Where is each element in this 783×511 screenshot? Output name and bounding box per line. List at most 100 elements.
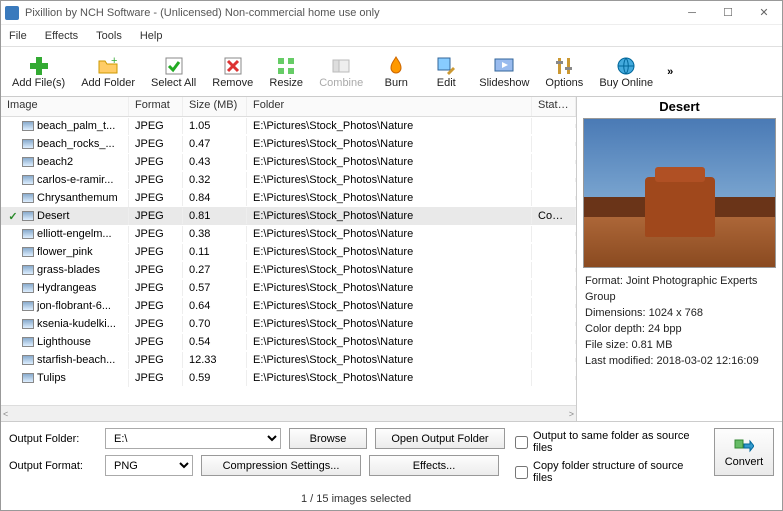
- toolbar-label: Slideshow: [479, 77, 529, 89]
- toolbar-burn[interactable]: Burn: [372, 49, 420, 95]
- table-row[interactable]: ✓jon-flobrant-6...JPEG0.64E:\Pictures\St…: [1, 297, 576, 315]
- table-row[interactable]: ✓ChrysanthemumJPEG0.84E:\Pictures\Stock_…: [1, 189, 576, 207]
- col-image[interactable]: Image: [1, 97, 129, 116]
- toolbar-add-folder[interactable]: +Add Folder: [74, 49, 142, 95]
- table-row[interactable]: ✓LighthouseJPEG0.54E:\Pictures\Stock_Pho…: [1, 333, 576, 351]
- table-row[interactable]: ✓carlos-e-ramir...JPEG0.32E:\Pictures\St…: [1, 171, 576, 189]
- col-format[interactable]: Format: [129, 97, 183, 116]
- file-format: JPEG: [129, 226, 183, 242]
- file-status: [532, 160, 576, 164]
- toolbar-remove[interactable]: Remove: [205, 49, 260, 95]
- output-format-select[interactable]: PNG: [105, 455, 193, 476]
- file-size: 0.59: [183, 370, 247, 386]
- file-folder: E:\Pictures\Stock_Photos\Nature: [247, 172, 532, 188]
- col-status[interactable]: Status: [532, 97, 576, 116]
- effects-button[interactable]: Effects...: [369, 455, 499, 476]
- toolbar-label: Resize: [269, 77, 303, 89]
- file-folder: E:\Pictures\Stock_Photos\Nature: [247, 352, 532, 368]
- meta-modified: 2018-03-02 12:16:09: [657, 355, 759, 367]
- thumbnail-icon: [22, 175, 34, 185]
- output-folder-select[interactable]: E:\: [105, 428, 281, 449]
- file-name: flower_pink: [37, 246, 93, 258]
- thumbnail-icon: [22, 319, 34, 329]
- toolbar-options[interactable]: Options: [538, 49, 590, 95]
- menu-help[interactable]: Help: [138, 28, 165, 44]
- toolbar-label: Select All: [151, 77, 196, 89]
- file-name: Tulips: [37, 372, 66, 384]
- table-row[interactable]: ✓DesertJPEG0.81E:\Pictures\Stock_Photos\…: [1, 207, 576, 225]
- file-status: [532, 268, 576, 272]
- table-row[interactable]: ✓elliott-engelm...JPEG0.38E:\Pictures\St…: [1, 225, 576, 243]
- toolbar-label: Options: [545, 77, 583, 89]
- maximize-button[interactable]: ☐: [714, 3, 742, 23]
- file-format: JPEG: [129, 370, 183, 386]
- col-folder[interactable]: Folder: [247, 97, 532, 116]
- copy-structure-checkbox[interactable]: Copy folder structure of source files: [515, 460, 706, 484]
- file-name: starfish-beach...: [37, 354, 115, 366]
- file-status: [532, 376, 576, 380]
- toolbar-slideshow[interactable]: Slideshow: [472, 49, 536, 95]
- toolbar-add-files[interactable]: Add File(s): [5, 49, 72, 95]
- meta-modified-label: Last modified:: [585, 355, 653, 367]
- close-button[interactable]: ✕: [750, 3, 778, 23]
- meta-filesize-label: File size:: [585, 339, 628, 351]
- toolbar-label: Burn: [385, 77, 408, 89]
- compression-settings-button[interactable]: Compression Settings...: [201, 455, 361, 476]
- file-format: JPEG: [129, 154, 183, 170]
- table-row[interactable]: ✓starfish-beach...JPEG12.33E:\Pictures\S…: [1, 351, 576, 369]
- select-all-icon: [163, 55, 185, 77]
- file-size: 0.81: [183, 208, 247, 224]
- file-status: [532, 232, 576, 236]
- table-row[interactable]: ✓grass-bladesJPEG0.27E:\Pictures\Stock_P…: [1, 261, 576, 279]
- options-icon: [553, 55, 575, 77]
- file-size: 0.27: [183, 262, 247, 278]
- menu-effects[interactable]: Effects: [43, 28, 80, 44]
- toolbar-label: Add File(s): [12, 77, 65, 89]
- toolbar-resize[interactable]: Resize: [262, 49, 310, 95]
- toolbar-edit[interactable]: Edit: [422, 49, 470, 95]
- convert-button[interactable]: Convert: [714, 428, 774, 476]
- table-row[interactable]: ✓flower_pinkJPEG0.11E:\Pictures\Stock_Ph…: [1, 243, 576, 261]
- file-size: 0.57: [183, 280, 247, 296]
- same-folder-checkbox[interactable]: Output to same folder as source files: [515, 430, 706, 454]
- file-name: elliott-engelm...: [37, 228, 112, 240]
- buy-online-icon: [615, 55, 637, 77]
- horizontal-scrollbar[interactable]: <>: [1, 405, 576, 421]
- file-folder: E:\Pictures\Stock_Photos\Nature: [247, 244, 532, 260]
- thumbnail-icon: [22, 157, 34, 167]
- file-name: beach2: [37, 156, 73, 168]
- table-row[interactable]: ✓beach2JPEG0.43E:\Pictures\Stock_Photos\…: [1, 153, 576, 171]
- file-size: 0.54: [183, 334, 247, 350]
- add-files-icon: [28, 55, 50, 77]
- thumbnail-icon: [22, 337, 34, 347]
- toolbar-select-all[interactable]: Select All: [144, 49, 203, 95]
- file-status: [532, 304, 576, 308]
- file-format: JPEG: [129, 244, 183, 260]
- table-row[interactable]: ✓HydrangeasJPEG0.57E:\Pictures\Stock_Pho…: [1, 279, 576, 297]
- file-size: 0.70: [183, 316, 247, 332]
- table-row[interactable]: ✓beach_rocks_...JPEG0.47E:\Pictures\Stoc…: [1, 135, 576, 153]
- thumbnail-icon: [22, 193, 34, 203]
- table-row[interactable]: ✓TulipsJPEG0.59E:\Pictures\Stock_Photos\…: [1, 369, 576, 387]
- file-rows[interactable]: ✓beach_palm_t...JPEG1.05E:\Pictures\Stoc…: [1, 117, 576, 405]
- toolbar-buy-online[interactable]: Buy Online: [592, 49, 660, 95]
- open-output-folder-button[interactable]: Open Output Folder: [375, 428, 505, 449]
- file-name: jon-flobrant-6...: [37, 300, 111, 312]
- file-name: beach_palm_t...: [37, 120, 115, 132]
- preview-image: [583, 118, 776, 268]
- browse-button[interactable]: Browse: [289, 428, 367, 449]
- menu-tools[interactable]: Tools: [94, 28, 124, 44]
- table-row[interactable]: ✓ksenia-kudelki...JPEG0.70E:\Pictures\St…: [1, 315, 576, 333]
- col-size[interactable]: Size (MB): [183, 97, 247, 116]
- file-size: 1.05: [183, 118, 247, 134]
- menu-file[interactable]: File: [7, 28, 29, 44]
- copy-structure-label: Copy folder structure of source files: [533, 460, 706, 484]
- file-folder: E:\Pictures\Stock_Photos\Nature: [247, 226, 532, 242]
- thumbnail-icon: [22, 355, 34, 365]
- edit-icon: [435, 55, 457, 77]
- toolbar-overflow[interactable]: »: [662, 66, 678, 78]
- toolbar-label: Add Folder: [81, 77, 135, 89]
- file-name: beach_rocks_...: [37, 138, 115, 150]
- table-row[interactable]: ✓beach_palm_t...JPEG1.05E:\Pictures\Stoc…: [1, 117, 576, 135]
- minimize-button[interactable]: ─: [678, 3, 706, 23]
